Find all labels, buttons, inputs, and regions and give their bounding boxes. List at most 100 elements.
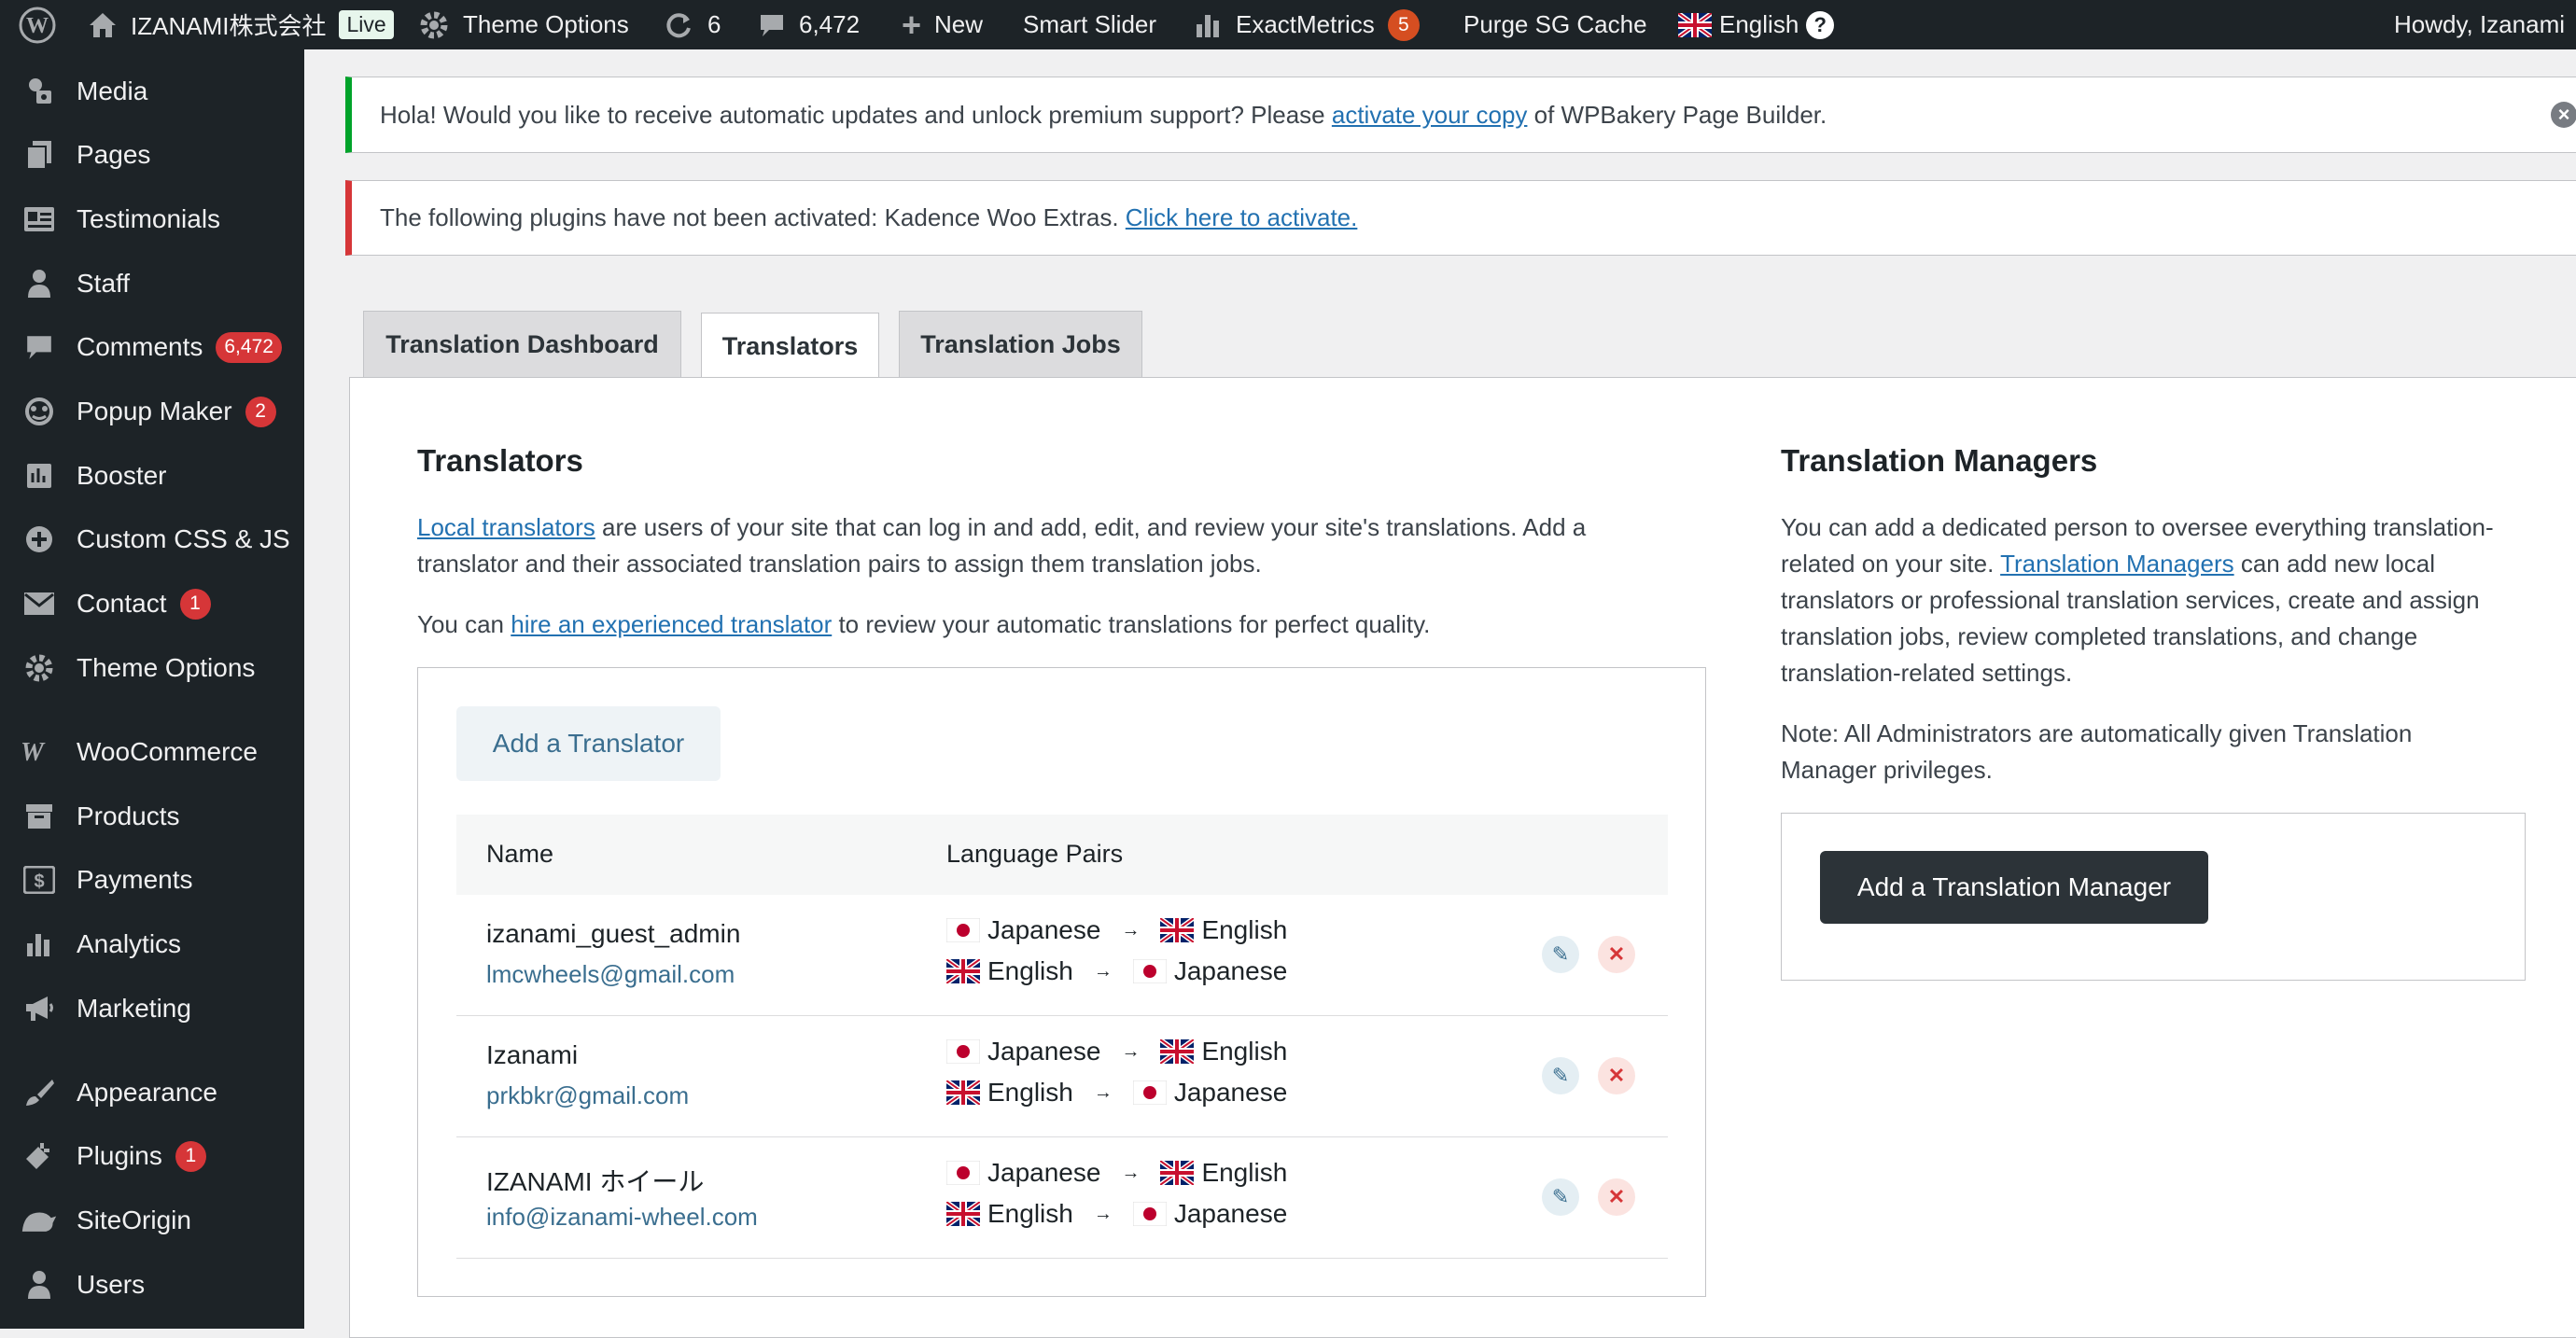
sidebar-item-appearance[interactable]: Appearance [0, 1065, 304, 1121]
sidebar-item-testimonials[interactable]: Testimonials [0, 191, 304, 247]
sidebar-item-pages[interactable]: Pages [0, 127, 304, 183]
svg-text:W: W [21, 740, 46, 764]
sidebar-item-staff[interactable]: Staff [0, 256, 304, 312]
count-badge: 1 [175, 1140, 206, 1172]
hire-after: to review your automatic translations fo… [832, 610, 1431, 638]
pair-from: Japanese [987, 915, 1101, 944]
plus-circle-icon [21, 521, 58, 558]
managers-line5: translation-related settings. [1781, 659, 2073, 687]
pair-from: English [987, 1199, 1073, 1228]
purge-cache-link[interactable]: Purge SG Cache [1463, 0, 1647, 49]
uk-flag-icon [1160, 1039, 1201, 1064]
japan-flag-icon [1132, 1080, 1174, 1105]
exactmetrics-link[interactable]: ExactMetrics 5 [1195, 0, 1420, 49]
theme-options-link[interactable]: Theme Options [418, 0, 629, 49]
japan-flag-icon [1132, 1202, 1174, 1226]
edit-pencil-icon[interactable]: ✎ [1542, 1178, 1579, 1216]
gear-icon [21, 649, 58, 687]
sidebar-item-label: Booster [77, 461, 167, 490]
delete-x-icon[interactable]: ✕ [1598, 1178, 1635, 1216]
howdy-user-menu[interactable]: Howdy, Izanami [2394, 0, 2565, 49]
smart-slider-link[interactable]: Smart Slider [1023, 0, 1156, 49]
admin-bar: W IZANAMI株式会社 Live Theme Options 6 6,472… [0, 0, 2576, 49]
payments-icon: $ [21, 861, 58, 899]
sidebar-item-label: Appearance [77, 1078, 218, 1107]
dismiss-notice-icon[interactable]: × [2551, 102, 2576, 128]
edit-pencil-icon[interactable]: ✎ [1542, 1057, 1579, 1094]
updates-count: 6 [707, 10, 721, 38]
help-icon[interactable]: ? [1806, 10, 1835, 39]
sidebar-item-label: Analytics [77, 929, 182, 958]
sidebar-item-woocommerce[interactable]: W WooCommerce [0, 724, 304, 780]
refresh-icon [663, 9, 694, 41]
sidebar-item-products[interactable]: Products [0, 788, 304, 844]
delete-x-icon[interactable]: ✕ [1598, 936, 1635, 973]
admin-sidebar: Media Pages Testimonials Staff Comments 6,472… [0, 49, 304, 1329]
howdy-label: Howdy, Izanami [2393, 10, 2565, 38]
tab-translation-jobs[interactable]: Translation Jobs [899, 311, 1142, 378]
table-row: Izanami prkbkr@gmail.com Japanese → English E… [456, 1016, 1668, 1137]
wordpress-logo-icon[interactable]: W [19, 0, 56, 49]
sidebar-item-contact[interactable]: Contact 1 [0, 576, 304, 632]
products-icon [21, 798, 58, 835]
language-label: English [1719, 10, 1799, 38]
plugin-icon [21, 1137, 58, 1175]
woocommerce-icon: W [21, 733, 58, 771]
local-translators-link[interactable]: Local translators [417, 513, 595, 541]
sidebar-item-popup-maker[interactable]: Popup Maker 2 [0, 383, 304, 439]
intro-line1: are users of your site that can log in a… [595, 513, 1587, 541]
tab-translators[interactable]: Translators [701, 313, 879, 381]
translation-managers-link[interactable]: Translation Managers [2000, 550, 2234, 578]
purge-cache-label: Purge SG Cache [1463, 10, 1647, 38]
sidebar-item-comments[interactable]: Comments 6,472 [0, 319, 304, 375]
gear-icon [418, 9, 450, 41]
language-switcher[interactable]: English ? [1678, 0, 1835, 49]
language-pair: English → Japanese [946, 1078, 1287, 1108]
paintbrush-icon [21, 1074, 58, 1111]
sidebar-item-custom-css-js[interactable]: Custom CSS & JS [0, 511, 304, 567]
pair-to: English [1201, 915, 1288, 944]
tab-translation-dashboard[interactable]: Translation Dashboard [363, 311, 681, 378]
site-name-link[interactable]: IZANAMI株式会社 Live [88, 0, 394, 49]
activate-plugin-link[interactable]: Click here to activate. [1126, 203, 1358, 231]
language-pair: Japanese → English [946, 1158, 1287, 1188]
sidebar-item-label: WooCommerce [77, 737, 258, 766]
pair-to: Japanese [1173, 1199, 1288, 1228]
sidebar-item-media[interactable]: Media [0, 63, 304, 119]
siteorigin-icon [21, 1202, 58, 1239]
translators-heading: Translators [417, 443, 583, 478]
sidebar-item-marketing[interactable]: Marketing [0, 981, 304, 1037]
note-line2: Manager privileges. [1781, 756, 1993, 784]
sidebar-item-label: Popup Maker [77, 397, 232, 425]
sidebar-item-theme-options[interactable]: Theme Options [0, 640, 304, 696]
arrow-right-icon: → [1093, 960, 1113, 982]
add-translator-button[interactable]: Add a Translator [456, 706, 721, 781]
arrow-right-icon: → [1121, 919, 1141, 941]
pair-from: Japanese [987, 1158, 1101, 1187]
updates-link[interactable]: 6 [663, 0, 721, 49]
sidebar-item-label: Users [77, 1270, 146, 1299]
table-row: IZANAMI ホイール info@izanami-wheel.com Japane… [456, 1137, 1668, 1259]
pair-from: Japanese [987, 1037, 1101, 1066]
edit-pencil-icon[interactable]: ✎ [1542, 936, 1579, 973]
managers-line2-after: can add new local [2233, 550, 2435, 578]
bar-chart-icon [1195, 11, 1223, 39]
sidebar-item-booster[interactable]: Booster [0, 448, 304, 504]
sidebar-item-users[interactable]: Users [0, 1257, 304, 1313]
hire-translator-link[interactable]: hire an experienced translator [511, 610, 832, 638]
new-content-link[interactable]: + New [902, 0, 983, 49]
comments-link[interactable]: 6,472 [758, 0, 860, 49]
svg-text:W: W [26, 14, 49, 38]
sidebar-item-payments[interactable]: $ Payments [0, 852, 304, 908]
language-pair: Japanese → English [946, 1037, 1287, 1066]
delete-x-icon[interactable]: ✕ [1598, 1057, 1635, 1094]
sidebar-item-label: Theme Options [77, 653, 256, 682]
translator-email: prkbkr@gmail.com [486, 1081, 690, 1109]
media-icon [21, 73, 58, 110]
activate-copy-link[interactable]: activate your copy [1332, 101, 1528, 129]
sidebar-item-plugins[interactable]: Plugins 1 [0, 1128, 304, 1184]
sidebar-item-analytics[interactable]: Analytics [0, 916, 304, 972]
sidebar-item-siteorigin[interactable]: SiteOrigin [0, 1192, 304, 1248]
add-translation-manager-button[interactable]: Add a Translation Manager [1820, 851, 2208, 924]
exactmetrics-label: ExactMetrics [1236, 10, 1375, 38]
